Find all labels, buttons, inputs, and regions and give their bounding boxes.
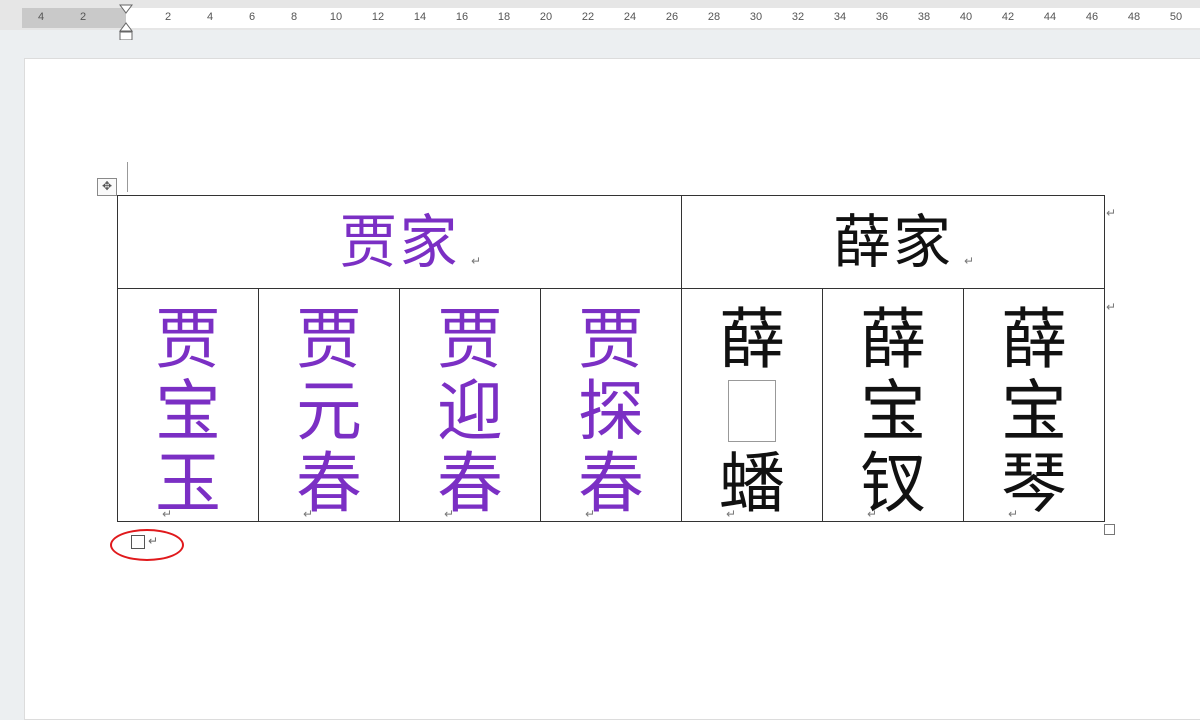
text-cursor (127, 162, 128, 192)
ruler-tick: 10 (329, 11, 343, 23)
row-end-mark-icon: ↵ (1106, 300, 1117, 314)
cell-char-top: 薛 (719, 301, 785, 378)
ruler-tick: 14 (413, 11, 427, 23)
ruler-tick: 38 (917, 11, 931, 23)
ruler-tick: 50 (1169, 11, 1183, 23)
cell-name-text: 贾元春 (296, 301, 362, 522)
table-cell[interactable]: 贾宝玉 ↵ (117, 288, 259, 522)
cell-name-text: 薛宝琴 (1001, 301, 1067, 522)
paragraph-mark-icon: ↵ (726, 507, 737, 521)
table-cell[interactable]: 贾探春 ↵ (540, 288, 682, 522)
ruler-text-area (126, 8, 1200, 28)
ruler-tick: 12 (371, 11, 385, 23)
header-cell-jia[interactable]: 贾家 ↵ (117, 195, 682, 289)
row-end-mark-icon: ↵ (1106, 206, 1117, 220)
ruler-tick: 24 (623, 11, 637, 23)
table-cell[interactable]: 薛宝钗 ↵ (822, 288, 964, 522)
paragraph-mark-icon: ↵ (585, 507, 596, 521)
ruler-tick: 42 (1001, 11, 1015, 23)
paragraph-mark-icon: ↵ (1008, 507, 1019, 521)
cell-name-text: 贾迎春 (437, 301, 503, 522)
empty-paragraph-box (131, 535, 145, 549)
ruler-tick: 28 (707, 11, 721, 23)
ruler-tick: 8 (290, 11, 298, 23)
table-cell[interactable]: 薛 蟠 ↵ (681, 288, 823, 522)
paragraph-mark-icon: ↵ (303, 507, 314, 521)
ruler-tick: 4 (37, 11, 45, 23)
table-body-row: 贾宝玉 ↵ 贾元春 ↵ 贾迎春 ↵ 贾探春 ↵ 薛 蟠 ↵ 薛宝钗 ↵ 薛宝琴 … (117, 288, 1105, 522)
ruler-tick: 2 (164, 11, 172, 23)
ruler-tick: 18 (497, 11, 511, 23)
ruler-tick: 32 (791, 11, 805, 23)
table-header-row: 贾家 ↵ 薛家 ↵ (117, 195, 1105, 289)
header-xue-text: 薛家 (832, 208, 953, 276)
ruler-tick: 40 (959, 11, 973, 23)
paragraph-mark-icon: ↵ (444, 507, 455, 521)
ruler-tick: 48 (1127, 11, 1141, 23)
table-resize-handle-icon[interactable] (1104, 524, 1115, 535)
ruler-tick: 6 (248, 11, 256, 23)
ruler-tick: 34 (833, 11, 847, 23)
paragraph-mark-icon: ↵ (162, 507, 173, 521)
paragraph-mark-icon: ↵ (963, 254, 974, 268)
paragraph-mark-icon: ↵ (470, 254, 481, 268)
header-jia-text: 贾家 (339, 208, 460, 276)
horizontal-ruler[interactable]: 4 2 2 4 6 8 10 12 14 16 18 20 22 24 26 2… (0, 0, 1200, 40)
ruler-tick: 30 (749, 11, 763, 23)
header-cell-xue[interactable]: 薛家 ↵ (681, 195, 1105, 289)
indent-marker-icon[interactable] (118, 4, 134, 40)
cell-name-text: 贾宝玉 (155, 301, 221, 522)
cell-name-text: 薛 蟠 (717, 304, 787, 520)
ruler-tick: 46 (1085, 11, 1099, 23)
paragraph-mark-icon: ↵ (148, 534, 159, 548)
cell-name-text: 薛宝钗 (860, 301, 926, 522)
paragraph-mark-icon: ↵ (867, 507, 878, 521)
table-cell[interactable]: 薛宝琴 ↵ (963, 288, 1105, 522)
missing-glyph-box (728, 380, 776, 442)
ruler-tick: 36 (875, 11, 889, 23)
ruler-tick: 2 (79, 11, 87, 23)
ruler-tick: 20 (539, 11, 553, 23)
table-cell[interactable]: 贾迎春 ↵ (399, 288, 541, 522)
ruler-tick: 16 (455, 11, 469, 23)
ruler-tick: 26 (665, 11, 679, 23)
cell-name-text: 贾探春 (578, 301, 644, 522)
ruler-tick: 22 (581, 11, 595, 23)
table-move-handle-icon[interactable]: ✥ (97, 178, 117, 196)
family-table[interactable]: 贾家 ↵ 薛家 ↵ 贾宝玉 ↵ 贾元春 ↵ 贾迎春 ↵ 贾探春 ↵ 薛 蟠 ↵ … (117, 195, 1105, 522)
table-cell[interactable]: 贾元春 ↵ (258, 288, 400, 522)
red-highlight-ellipse (110, 529, 184, 561)
ruler-tick: 44 (1043, 11, 1057, 23)
ruler-tick: 4 (206, 11, 214, 23)
